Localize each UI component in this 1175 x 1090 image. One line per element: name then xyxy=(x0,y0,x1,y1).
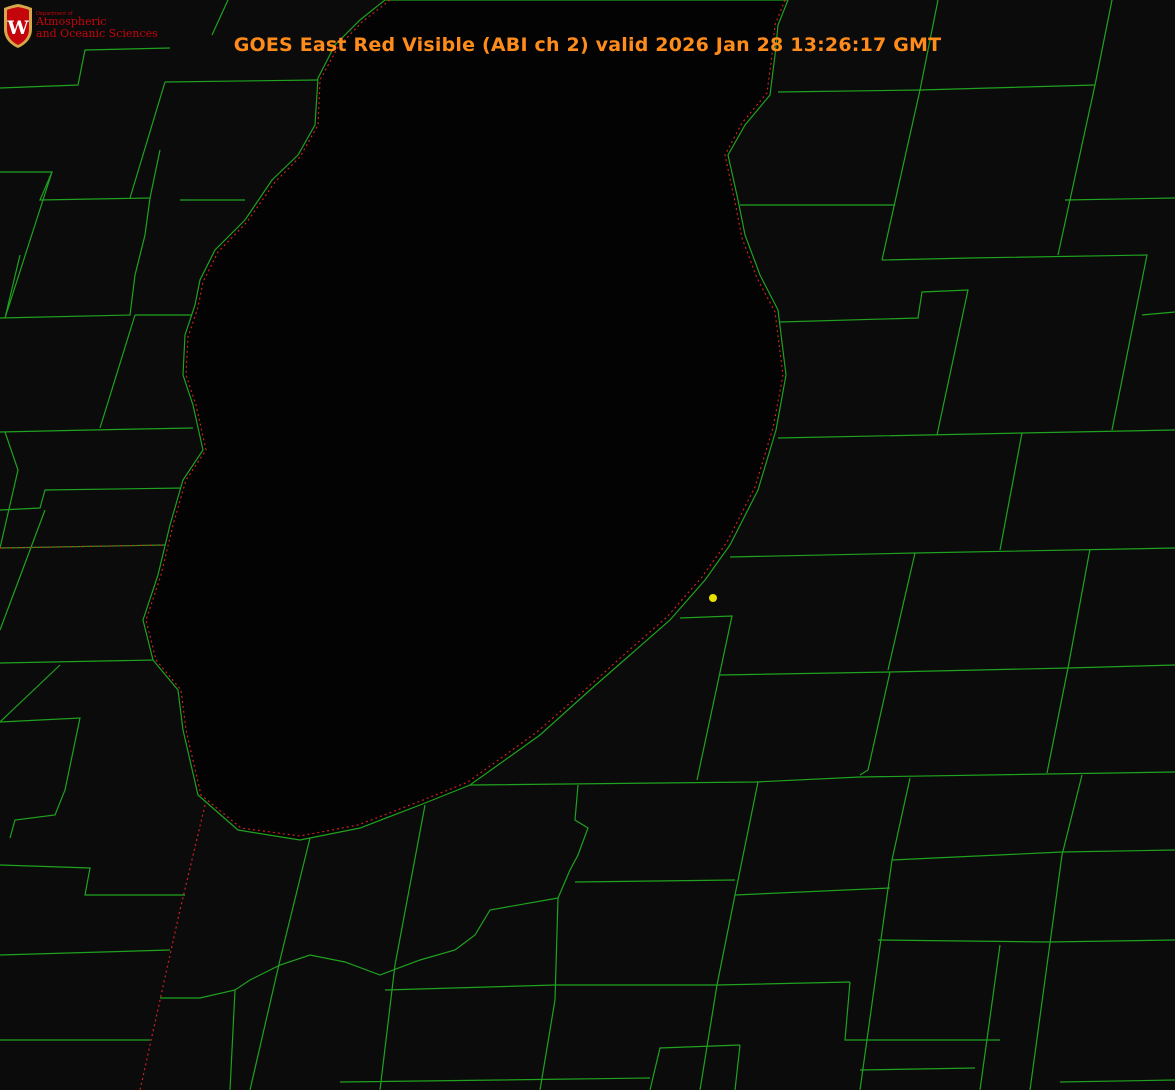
satellite-map xyxy=(0,0,1175,1090)
image-title: GOES East Red Visible (ABI ch 2) valid 2… xyxy=(233,34,942,56)
station-marker-icon xyxy=(709,594,717,602)
